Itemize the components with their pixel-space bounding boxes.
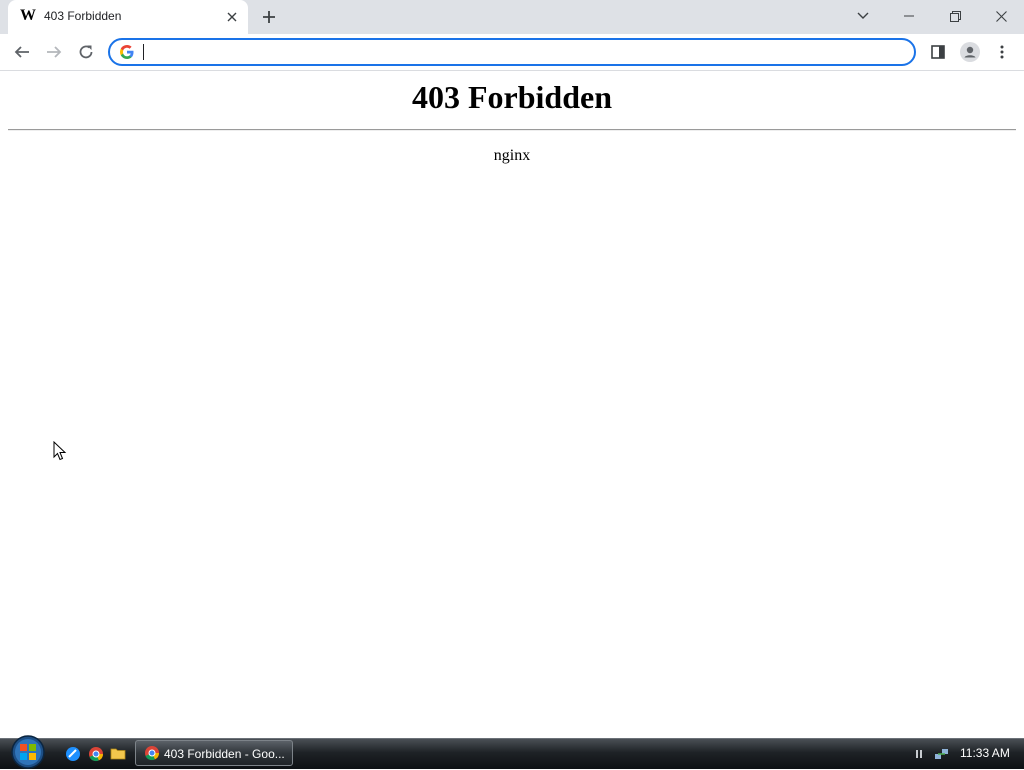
browser-tab-active[interactable]: W 403 Forbidden (8, 0, 248, 34)
forward-button[interactable] (40, 38, 68, 66)
windows-taskbar: 403 Forbidden - Goo... 11:33 AM (0, 735, 1024, 769)
menu-button[interactable] (988, 38, 1016, 66)
restore-icon (949, 10, 961, 22)
google-g-icon (120, 45, 134, 59)
start-button[interactable] (8, 734, 48, 770)
back-arrow-icon (14, 46, 29, 58)
browser-toolbar (0, 34, 1024, 71)
forward-arrow-icon (47, 46, 62, 58)
taskbar-window-label: 403 Forbidden - Goo... (164, 747, 285, 761)
ie-icon[interactable] (65, 746, 81, 762)
taskbar-clock[interactable]: 11:33 AM (960, 746, 1010, 760)
chevron-down-icon (857, 12, 869, 19)
kebab-menu-icon (1000, 45, 1004, 59)
close-icon (995, 10, 1007, 22)
new-tab-button[interactable] (256, 4, 282, 30)
restore-button[interactable] (932, 0, 978, 32)
address-input[interactable] (142, 42, 902, 62)
page-divider (8, 129, 1016, 131)
page-viewport: 403 Forbidden nginx (0, 71, 1024, 738)
chrome-icon[interactable] (88, 746, 104, 762)
text-caret (143, 44, 144, 60)
mouse-pointer-icon (53, 441, 67, 461)
chrome-icon (145, 746, 159, 761)
back-button[interactable] (8, 38, 36, 66)
close-window-button[interactable] (978, 0, 1024, 32)
page-heading: 403 Forbidden (411, 79, 613, 115)
folder-icon[interactable] (110, 746, 126, 762)
network-icon[interactable] (934, 746, 950, 762)
tray-signal-icon[interactable] (912, 746, 928, 762)
minimize-icon (904, 15, 914, 17)
browser-titlebar: W 403 Forbidden (0, 0, 1024, 34)
plus-icon (263, 11, 275, 23)
server-name: nginx (493, 147, 531, 164)
tab-favicon-icon: W (20, 7, 36, 24)
tab-close-button[interactable] (222, 7, 242, 27)
reload-icon (79, 45, 93, 59)
tab-search-button[interactable] (840, 0, 886, 32)
close-icon (227, 12, 237, 22)
side-panel-icon (931, 45, 945, 59)
tab-title: 403 Forbidden (44, 9, 122, 23)
profile-icon (960, 42, 980, 62)
reload-button[interactable] (72, 38, 100, 66)
profile-button[interactable] (956, 38, 984, 66)
address-bar[interactable] (108, 38, 916, 66)
side-panel-button[interactable] (924, 38, 952, 66)
minimize-button[interactable] (886, 0, 932, 32)
taskbar-chrome-window[interactable]: 403 Forbidden - Goo... (135, 740, 293, 766)
